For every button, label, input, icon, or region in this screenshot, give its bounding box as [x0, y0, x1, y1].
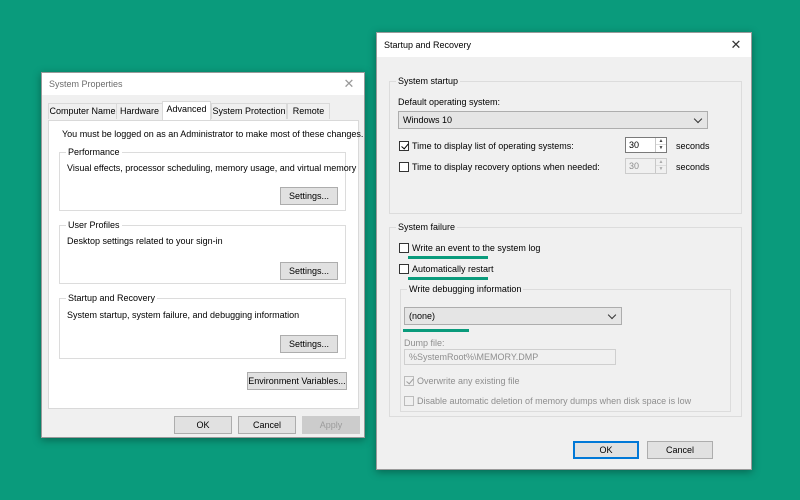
- cancel-button[interactable]: Cancel: [238, 416, 296, 434]
- system-properties-window: System Properties ✕ Computer Name Hardwa…: [41, 72, 365, 438]
- startup-recovery-description: System startup, system failure, and debu…: [67, 310, 300, 320]
- write-event-checkbox[interactable]: [399, 243, 409, 253]
- dump-file-input[interactable]: %SystemRoot%\MEMORY.DMP: [404, 349, 616, 365]
- performance-legend: Performance: [66, 147, 122, 158]
- admin-note: You must be logged on as an Administrato…: [62, 129, 364, 139]
- system-failure-legend: System failure: [396, 222, 458, 233]
- auto-restart-label: Automatically restart: [412, 264, 494, 274]
- startup-recovery-legend: Startup and Recovery: [66, 293, 158, 304]
- performance-group: Performance Visual effects, processor sc…: [59, 147, 356, 211]
- user-profiles-legend: User Profiles: [66, 220, 122, 231]
- performance-settings-button[interactable]: Settings...: [280, 187, 338, 205]
- system-properties-titlebar[interactable]: System Properties: [42, 73, 364, 95]
- chevron-down-icon: [693, 114, 703, 124]
- user-profiles-description: Desktop settings related to your sign-in: [67, 236, 223, 246]
- debug-info-value: (none): [409, 311, 436, 321]
- apply-button[interactable]: Apply: [302, 416, 360, 434]
- tab-system-protection[interactable]: System Protection: [211, 103, 287, 119]
- system-startup-group: System startup Default operating system:…: [389, 76, 742, 214]
- stepper-arrows: ▲ ▼: [655, 159, 666, 173]
- tab-hardware[interactable]: Hardware: [116, 103, 163, 119]
- chevron-down-icon[interactable]: ▼: [656, 166, 666, 173]
- tab-strip: Computer Name Hardware Advanced System P…: [48, 101, 360, 120]
- chevron-up-icon[interactable]: ▲: [656, 138, 666, 145]
- debug-info-group: Write debugging information (none) Dump …: [400, 284, 731, 412]
- disable-auto-delete-label: Disable automatic deletion of memory dum…: [417, 396, 692, 406]
- time-display-recovery-unit: seconds: [676, 162, 710, 172]
- dump-file-label: Dump file:: [404, 338, 445, 348]
- disable-auto-delete-checkbox[interactable]: [404, 396, 414, 406]
- debug-info-highlight: [403, 329, 469, 332]
- default-os-value: Windows 10: [403, 115, 453, 125]
- close-icon[interactable]: ✕: [342, 77, 356, 91]
- time-display-list-unit: seconds: [676, 141, 710, 151]
- tab-computer-name[interactable]: Computer Name: [48, 103, 117, 119]
- debug-info-legend: Write debugging information: [407, 284, 524, 295]
- cancel-button[interactable]: Cancel: [647, 441, 713, 459]
- auto-restart-highlight: [408, 277, 488, 280]
- auto-restart-checkbox[interactable]: [399, 264, 409, 274]
- ok-button[interactable]: OK: [573, 441, 639, 459]
- write-event-label: Write an event to the system log: [412, 243, 541, 253]
- time-display-recovery-stepper[interactable]: 30 ▲ ▼: [625, 158, 667, 174]
- overwrite-label: Overwrite any existing file: [417, 376, 520, 386]
- stepper-arrows: ▲ ▼: [655, 138, 666, 152]
- system-startup-legend: System startup: [396, 76, 461, 87]
- startup-recovery-settings-button[interactable]: Settings...: [280, 335, 338, 353]
- write-event-highlight: [408, 256, 488, 259]
- time-display-recovery-label: Time to display recovery options when ne…: [412, 162, 600, 172]
- advanced-tab-page: You must be logged on as an Administrato…: [48, 120, 363, 409]
- window-title: Startup and Recovery: [384, 40, 472, 50]
- startup-recovery-group: Startup and Recovery System startup, sys…: [59, 293, 346, 359]
- time-display-list-checkbox[interactable]: [399, 141, 409, 151]
- system-failure-group: System failure Write an event to the sys…: [389, 222, 742, 417]
- ok-button[interactable]: OK: [174, 416, 232, 434]
- environment-variables-button[interactable]: Environment Variables...: [247, 372, 347, 390]
- user-profiles-group: User Profiles Desktop settings related t…: [59, 220, 346, 284]
- time-display-list-stepper[interactable]: 30 ▲ ▼: [625, 137, 667, 153]
- default-os-label: Default operating system:: [398, 97, 501, 107]
- time-display-recovery-value: 30: [629, 161, 640, 171]
- window-title: System Properties: [49, 79, 123, 89]
- chevron-down-icon: [607, 310, 617, 320]
- startup-recovery-titlebar[interactable]: Startup and Recovery: [377, 33, 751, 57]
- startup-recovery-window: Startup and Recovery ✕ System startup De…: [376, 32, 752, 470]
- performance-description: Visual effects, processor scheduling, me…: [67, 163, 357, 173]
- tab-advanced[interactable]: Advanced: [162, 101, 211, 120]
- time-display-recovery-checkbox[interactable]: [399, 162, 409, 172]
- chevron-down-icon[interactable]: ▼: [656, 145, 666, 152]
- time-display-list-label: Time to display list of operating system…: [412, 141, 574, 151]
- user-profiles-settings-button[interactable]: Settings...: [280, 262, 338, 280]
- debug-info-dropdown[interactable]: (none): [404, 307, 622, 325]
- time-display-list-value: 30: [629, 140, 640, 150]
- default-os-dropdown[interactable]: Windows 10: [398, 111, 708, 129]
- close-icon[interactable]: ✕: [729, 38, 743, 52]
- overwrite-checkbox[interactable]: [404, 376, 414, 386]
- tab-remote[interactable]: Remote: [287, 103, 330, 119]
- chevron-up-icon[interactable]: ▲: [656, 159, 666, 166]
